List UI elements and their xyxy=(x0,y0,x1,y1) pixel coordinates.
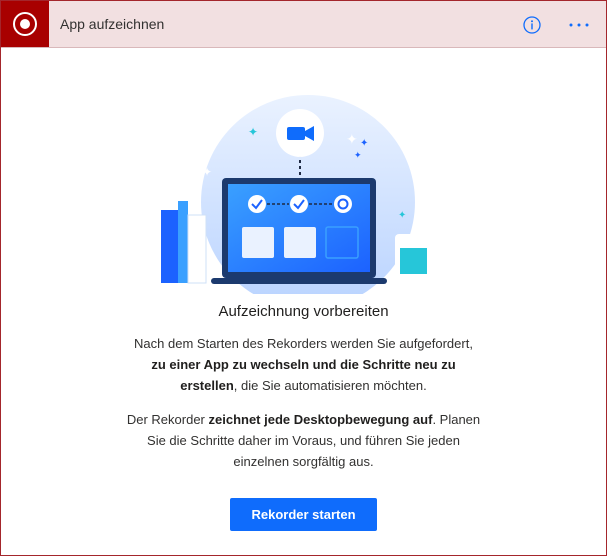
svg-text:✦: ✦ xyxy=(248,125,258,139)
instructions-paragraph-1: Nach dem Starten des Rekorders werden Si… xyxy=(134,336,473,393)
svg-text:✦: ✦ xyxy=(354,151,362,161)
instructions-paragraph-2: Der Rekorder zeichnet jede Desktopbewegu… xyxy=(126,412,481,469)
camera-icon xyxy=(287,127,305,140)
step-card xyxy=(284,227,316,258)
record-icon-box xyxy=(1,1,49,47)
svg-text:✦: ✦ xyxy=(398,210,406,221)
recorder-illustration: ✦ ✦ ✦ ✦ ✦ ✦ xyxy=(161,95,444,294)
book xyxy=(178,201,188,283)
svg-text:✦: ✦ xyxy=(346,132,358,148)
laptop-base xyxy=(211,278,387,284)
dialog-header: App aufzeichnen xyxy=(1,1,606,48)
book xyxy=(161,210,178,283)
dialog-title: App aufzeichnen xyxy=(60,16,165,32)
svg-text:✦: ✦ xyxy=(202,165,212,179)
book xyxy=(187,214,207,284)
dialog-heading: Aufzeichnung vorbereiten xyxy=(218,303,389,320)
info-icon[interactable] xyxy=(523,16,541,34)
recorder-dialog: App aufzeichnen ✦ ✦ ✦ ✦ ✦ ✦ Aufzeichnung… xyxy=(0,0,607,556)
start-recorder-button[interactable]: Rekorder starten xyxy=(230,498,377,531)
more-options-icon[interactable] xyxy=(567,16,591,34)
svg-text:✦: ✦ xyxy=(360,138,368,149)
record-icon xyxy=(13,12,37,36)
step-card xyxy=(242,227,274,258)
